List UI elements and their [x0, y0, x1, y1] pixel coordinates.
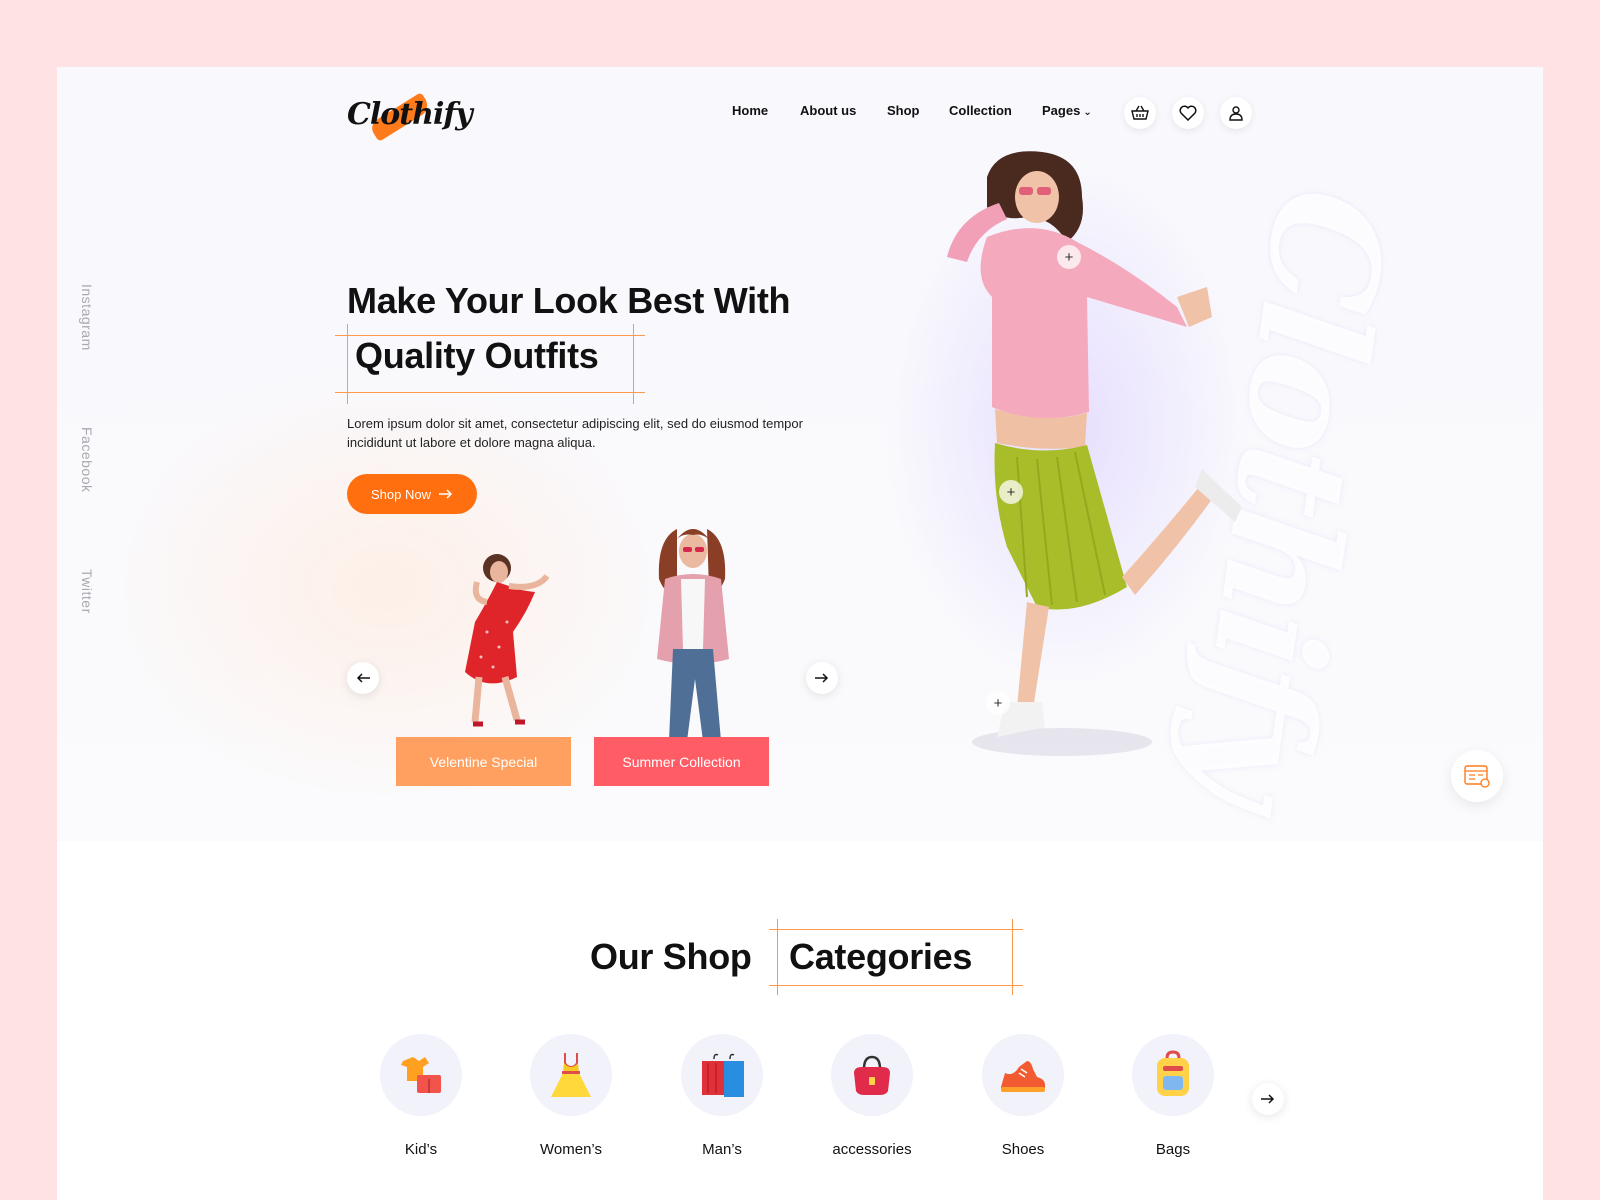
promo-image-pink-blazer[interactable]: [617, 519, 767, 744]
category-kids[interactable]: Kid’s: [355, 1034, 485, 1174]
category-accessories-circle: [831, 1034, 913, 1116]
kids-clothes-icon: [401, 1057, 441, 1093]
category-shoes[interactable]: Shoes: [957, 1034, 1087, 1174]
arrow-right-icon: [815, 673, 829, 683]
cat-highlight-line-right: [1012, 919, 1013, 995]
category-mans-label: Man’s: [702, 1141, 742, 1158]
promo-image-red-dress[interactable]: [417, 542, 577, 742]
hero-headline-line2: Quality Outfits: [355, 335, 599, 376]
shop-now-button[interactable]: Shop Now: [347, 474, 477, 514]
category-shoes-circle: [982, 1034, 1064, 1116]
wishlist-button[interactable]: [1172, 97, 1204, 129]
social-twitter[interactable]: Twitter: [79, 569, 95, 614]
hotspot-skirt[interactable]: +: [999, 480, 1023, 504]
hero-headline-line1: Make Your Look Best With: [347, 280, 791, 321]
category-accessories[interactable]: accessories: [806, 1034, 936, 1174]
category-bags-label: Bags: [1155, 1141, 1191, 1158]
highlight-line-left: [347, 324, 348, 404]
nav-shop[interactable]: Shop: [887, 103, 920, 118]
promo-summer-collection[interactable]: Summer Collection: [594, 737, 769, 786]
heart-icon: [1179, 105, 1197, 121]
hero-model-image: [947, 151, 1242, 756]
hero-section: Clothify Home About us Shop Collection P…: [57, 67, 1543, 841]
basket-icon: [1131, 105, 1149, 120]
categories-title-part2: Categories: [789, 936, 973, 977]
user-icon: [1229, 106, 1243, 121]
social-facebook[interactable]: Facebook: [79, 427, 95, 492]
nav-home[interactable]: Home: [732, 103, 768, 118]
backpack-icon: [1157, 1050, 1189, 1096]
highlight-line-right: [633, 324, 634, 404]
dress-icon: [551, 1053, 591, 1097]
hero-description: Lorem ipsum dolor sit amet, consectetur …: [347, 416, 803, 450]
page-frame: Clothify Home About us Shop Collection P…: [57, 67, 1543, 1200]
carousel-next-button[interactable]: [806, 662, 838, 694]
carousel-prev-button[interactable]: [347, 662, 379, 694]
account-button[interactable]: [1220, 97, 1252, 129]
brand-logo[interactable]: Clothify: [347, 89, 473, 145]
nav-about-us[interactable]: About us: [800, 103, 856, 118]
shirts-icon: [702, 1053, 744, 1097]
nav-pages-label: Pages: [1042, 103, 1081, 118]
category-mans-circle: [681, 1034, 763, 1116]
category-kids-circle: [380, 1034, 462, 1116]
cat-highlight-line-top: [769, 929, 1023, 930]
category-womens[interactable]: Women’s: [505, 1034, 635, 1174]
social-instagram[interactable]: Instagram: [79, 284, 95, 351]
hotspot-top[interactable]: +: [1057, 245, 1081, 269]
category-womens-circle: [530, 1034, 612, 1116]
arrow-right-icon: [1261, 1094, 1275, 1104]
category-shoes-label: Shoes: [1001, 1141, 1045, 1158]
highlight-line-bottom: [335, 392, 645, 393]
category-bags[interactable]: Bags: [1107, 1034, 1237, 1174]
arrow-left-icon: [356, 673, 370, 683]
promo-velentine-special[interactable]: Velentine Special: [396, 737, 571, 786]
handbag-icon: [854, 1055, 890, 1095]
shop-now-label: Shop Now: [371, 486, 431, 502]
highlight-line-top: [335, 335, 645, 336]
logo-text: Clothify: [347, 97, 473, 132]
floating-catalog-button[interactable]: [1451, 750, 1503, 802]
nav-pages[interactable]: Pages ⌄: [1042, 103, 1092, 118]
category-womens-label: Women’s: [540, 1141, 602, 1158]
category-kids-label: Kid’s: [404, 1141, 438, 1158]
hotspot-shoe[interactable]: +: [986, 691, 1010, 715]
cat-highlight-line-bottom: [769, 985, 1023, 986]
cat-highlight-line-left: [777, 919, 778, 995]
sneaker-icon: [1001, 1061, 1045, 1092]
arrow-right-icon: [438, 489, 453, 499]
category-mans[interactable]: Man’s: [656, 1034, 786, 1174]
catalog-icon: [1464, 765, 1490, 788]
category-accessories-label: accessories: [832, 1141, 912, 1158]
categories-next-button[interactable]: [1252, 1083, 1284, 1115]
categories-title-part1: Our Shop: [590, 936, 752, 977]
basket-button[interactable]: [1124, 97, 1156, 129]
category-bags-circle: [1132, 1034, 1214, 1116]
nav-collection[interactable]: Collection: [949, 103, 1012, 118]
chevron-down-icon: ⌄: [1083, 107, 1092, 118]
